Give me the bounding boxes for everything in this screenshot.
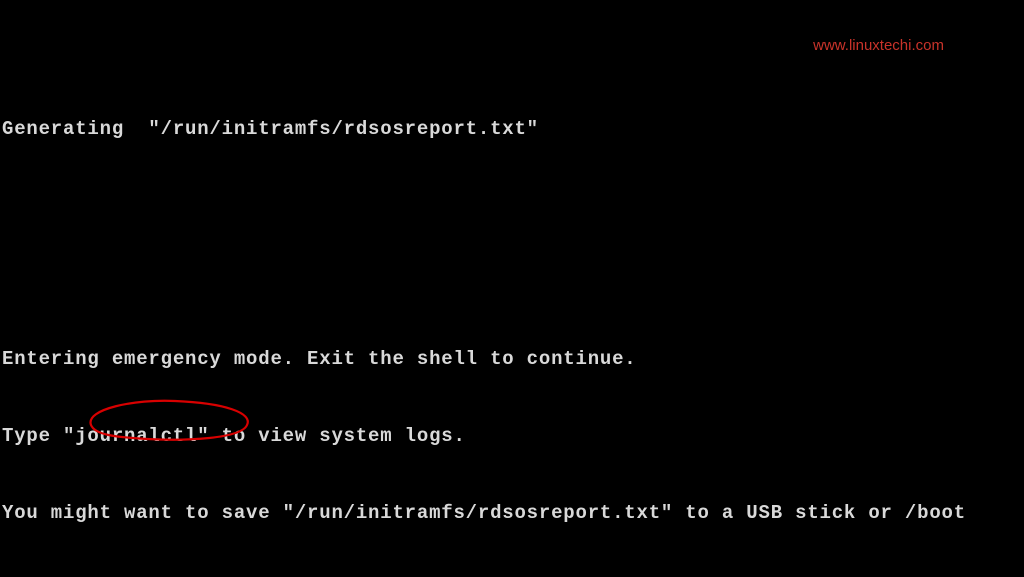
output-line-emergency: Entering emergency mode. Exit the shell … <box>2 347 1016 373</box>
terminal-screen[interactable]: www.linuxtechi.com Generating "/run/init… <box>0 0 1024 577</box>
output-line-journalctl: Type "journalctl" to view system logs. <box>2 424 1016 450</box>
annotation-ellipse <box>26 369 255 477</box>
output-line-save-1: You might want to save "/run/initramfs/r… <box>2 501 1016 527</box>
watermark: www.linuxtechi.com <box>813 36 944 56</box>
output-line-generating: Generating "/run/initramfs/rdsosreport.t… <box>2 117 1016 143</box>
